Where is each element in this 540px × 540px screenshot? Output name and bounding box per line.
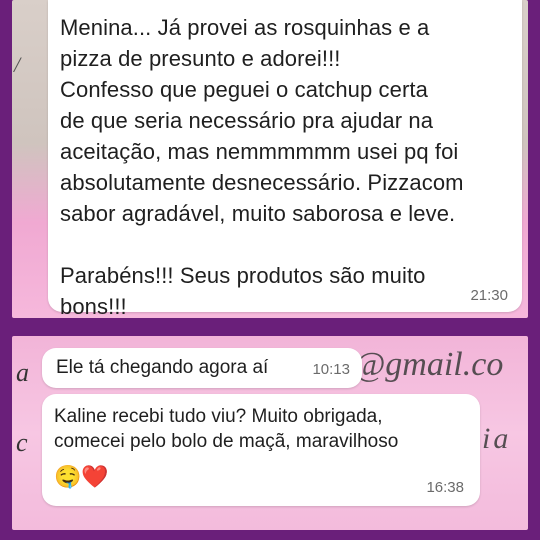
message-line: aceitação, mas nemmmmmm usei pq foi (60, 139, 459, 164)
collage: { "top_message": { "lines": [ "Menina...… (0, 0, 540, 540)
message-line: Menina... Já provei as rosquinhas e a (60, 15, 430, 40)
message-line: absolutamente desnecessário. Pizzacom (60, 170, 464, 195)
message-line: pizza de presunto e adorei!!! (60, 46, 341, 71)
background-letter: a (16, 358, 29, 387)
message-line: sabor agradável, muito saborosa e leve. (60, 201, 456, 226)
message-line: Kaline recebi tudo viu? Muito obrigada, (54, 406, 383, 427)
message-line: de que seria necessário pra ajudar na (60, 108, 434, 133)
message-line: Parabéns!!! Seus produtos são muito (60, 263, 426, 288)
emoji-drool-heart: 🤤❤️ (54, 464, 109, 489)
message-time: 10:13 (312, 361, 350, 378)
message-text: Menina... Já provei as rosquinhas e a pi… (60, 12, 464, 318)
message-time: 16:38 (426, 479, 464, 496)
background-letter: / (14, 52, 21, 77)
message-text: Kaline recebi tudo viu? Muito obrigada, … (54, 404, 398, 454)
message-bubble-arrival: Ele tá chegando agora aí 10:13 (42, 348, 362, 388)
bottom-screenshot: @gmail.co gia a c Ele tá chegando agora … (12, 336, 528, 530)
message-line: comecei pelo bolo de maçã, maravilhoso (54, 431, 399, 452)
background-email-text: @gmail.co (354, 346, 504, 383)
message-line: bons!!! (60, 294, 127, 318)
message-bubble-review: Menina... Já provei as rosquinhas e a pi… (48, 0, 522, 318)
background-letter: c (16, 428, 28, 457)
message-time: 21:30 (470, 287, 508, 304)
message-bubble-thanks: Kaline recebi tudo viu? Muito obrigada, … (42, 394, 480, 506)
message-line: Confesso que peguei o catchup certa (60, 77, 428, 102)
message-text: Ele tá chegando agora aí (56, 357, 269, 378)
top-screenshot: Menina... Já provei as rosquinhas e a pi… (12, 0, 528, 318)
